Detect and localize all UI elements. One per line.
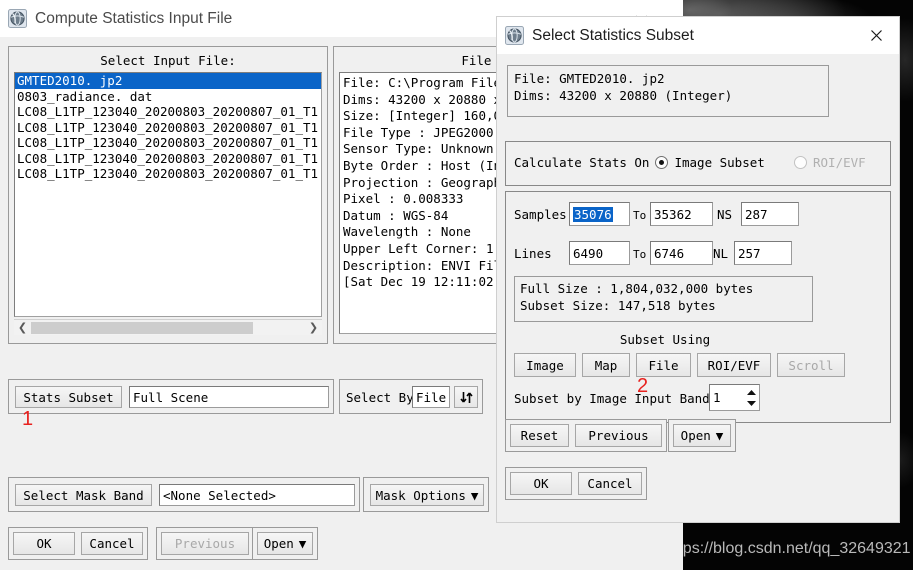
input-file-list-rows[interactable]: GMTED2010. jp2 0803_radiance. dat LC08_L1T… <box>15 73 321 182</box>
hscroll-track[interactable] <box>31 320 305 336</box>
reset-previous-group: Reset Previous <box>505 419 667 452</box>
select-mask-band-row: Select Mask Band <None Selected> <box>8 477 360 512</box>
nl-label: NL <box>713 246 729 261</box>
lines-label: Lines <box>514 246 552 261</box>
samples-label: Samples <box>514 207 567 222</box>
mask-options-label: Mask Options <box>375 487 466 503</box>
subset-open-button[interactable]: Open ▼ <box>673 424 731 447</box>
caret-down-icon: ▼ <box>298 536 307 551</box>
input-band-spinner[interactable]: 1 <box>709 384 760 411</box>
full-size-line: Full Size : 1,804,032,000 bytes <box>520 281 754 296</box>
previous-button: Previous <box>161 532 249 555</box>
subset-using-map-button[interactable]: Map <box>582 353 630 377</box>
select-mask-band-button[interactable]: Select Mask Band <box>15 484 152 506</box>
samples-from-value: 35076 <box>573 206 613 222</box>
radio-roi-evf <box>794 156 807 169</box>
up-down-spinner-icon[interactable] <box>743 389 759 407</box>
samples-to-input[interactable]: 35362 <box>650 202 713 226</box>
subset-dialog-title: Select Statistics Subset <box>532 26 694 44</box>
list-item[interactable]: LC08_L1TP_123040_20200803_20200807_01_T1 <box>15 151 321 167</box>
main-window-title: Compute Statistics Input File <box>35 9 233 27</box>
mask-options-wrap: Mask Options ▼ <box>363 477 489 512</box>
samples-to-label: To <box>633 209 647 222</box>
watermark-text: https://blog.csdn.net/qq_32649321 <box>665 540 911 557</box>
open-button[interactable]: Open ▼ <box>257 532 313 555</box>
open-label: Open <box>263 536 294 551</box>
subset-cancel-button[interactable]: Cancel <box>578 472 642 495</box>
subset-file-info: File: GMTED2010. jp2 Dims: 43200 x 20880… <box>507 65 829 117</box>
radio-image-subset-label: Image Subset <box>674 155 765 170</box>
subset-using-file-button[interactable]: File <box>636 353 691 377</box>
hscroll-thumb[interactable] <box>31 321 253 334</box>
caret-down-icon: ▼ <box>715 428 724 443</box>
main-open-group: Open ▼ <box>252 527 318 560</box>
caret-down-icon: ▼ <box>470 487 479 503</box>
subset-file-line: File: GMTED2010. jp2 <box>514 71 665 86</box>
mask-options-button[interactable]: Mask Options ▼ <box>370 484 484 506</box>
subset-open-label: Open <box>680 428 711 443</box>
lines-from-input[interactable]: 6490 <box>569 241 630 265</box>
subset-open-group: Open ▼ <box>668 419 736 452</box>
lines-to-label: To <box>633 248 647 261</box>
nl-value-input[interactable]: 257 <box>734 241 792 265</box>
stats-subset-value[interactable]: Full Scene <box>129 386 329 408</box>
subset-titlebar: Select Statistics Subset <box>497 17 899 54</box>
list-item[interactable]: LC08_L1TP_123040_20200803_20200807_01_T1 <box>15 135 321 151</box>
select-input-file-header: Select Input File: <box>100 53 236 68</box>
samples-from-input[interactable]: 35076 <box>569 202 630 226</box>
list-item[interactable]: GMTED2010. jp2 <box>15 73 321 89</box>
select-input-file-panel: Select Input File: GMTED2010. jp2 0803_ra… <box>8 46 328 344</box>
subset-size-line: Subset Size: 147,518 bytes <box>520 298 716 313</box>
select-by-value[interactable]: File <box>412 386 450 408</box>
radio-roi-evf-label: ROI/EVF <box>813 155 866 170</box>
annotation-marker-2: 2 <box>637 375 649 397</box>
reset-button[interactable]: Reset <box>510 424 569 447</box>
select-by-row: Select By File <box>339 379 483 414</box>
main-ok-cancel-group: OK Cancel <box>8 527 148 560</box>
main-previous-group: Previous <box>156 527 254 560</box>
scroll-left-icon[interactable]: ❮ <box>14 321 31 334</box>
annotation-marker-1: 1 <box>22 408 34 430</box>
select-statistics-subset-dialog: Select Statistics Subset File: GMTED2010… <box>497 17 899 522</box>
list-item[interactable]: LC08_L1TP_123040_20200803_20200807_01_T1 <box>15 104 321 120</box>
envi-globe-icon <box>8 9 27 28</box>
cancel-button[interactable]: Cancel <box>81 532 143 555</box>
stats-subset-row: Stats Subset Full Scene <box>8 379 334 414</box>
input-band-label: Subset by Image Input Band <box>514 391 710 406</box>
envi-globe-icon <box>505 26 524 45</box>
input-file-hscrollbar[interactable]: ❮ ❯ <box>14 319 322 335</box>
subset-previous-button[interactable]: Previous <box>575 424 662 447</box>
size-info-box: Full Size : 1,804,032,000 bytes Subset S… <box>514 276 813 322</box>
subset-ok-cancel-group: OK Cancel <box>505 467 647 500</box>
mask-band-value[interactable]: <None Selected> <box>159 484 355 506</box>
calculate-stats-on-label: Calculate Stats On <box>514 155 650 170</box>
ok-button[interactable]: OK <box>13 532 75 555</box>
close-icon[interactable] <box>857 17 895 54</box>
list-item[interactable]: 0803_radiance. dat <box>15 89 321 105</box>
subset-using-buttons: Image Map File ROI/EVF Scroll <box>514 353 845 377</box>
subset-using-roi-evf-button[interactable]: ROI/EVF <box>697 353 771 377</box>
subset-dims-line: Dims: 43200 x 20880 (Integer) <box>514 88 733 103</box>
stats-subset-button[interactable]: Stats Subset <box>15 386 122 408</box>
input-band-value: 1 <box>713 390 721 405</box>
list-item[interactable]: LC08_L1TP_123040_20200803_20200807_01_T1 <box>15 120 321 136</box>
ns-label: NS <box>717 207 733 222</box>
list-item[interactable]: LC08_L1TP_123040_20200803_20200807_01_T1 <box>15 166 321 182</box>
subset-using-header: Subset Using <box>619 332 711 347</box>
calculate-stats-on-group: Calculate Stats On Image Subset ROI/EVF <box>505 141 891 186</box>
ns-value-input[interactable]: 287 <box>741 202 799 226</box>
subset-dimensions-group: Samples 35076 To 35362 NS 287 Lines 6490… <box>505 191 891 423</box>
subset-ok-button[interactable]: OK <box>510 472 572 495</box>
select-by-label: Select By <box>346 390 414 405</box>
subset-using-scroll-button: Scroll <box>777 353 845 377</box>
scroll-right-icon[interactable]: ❯ <box>305 321 322 334</box>
up-down-arrows-icon[interactable] <box>454 386 478 408</box>
radio-image-subset[interactable] <box>655 156 669 169</box>
input-file-listbox[interactable]: GMTED2010. jp2 0803_radiance. dat LC08_L1T… <box>14 72 322 317</box>
lines-to-input[interactable]: 6746 <box>650 241 713 265</box>
subset-using-image-button[interactable]: Image <box>514 353 576 377</box>
